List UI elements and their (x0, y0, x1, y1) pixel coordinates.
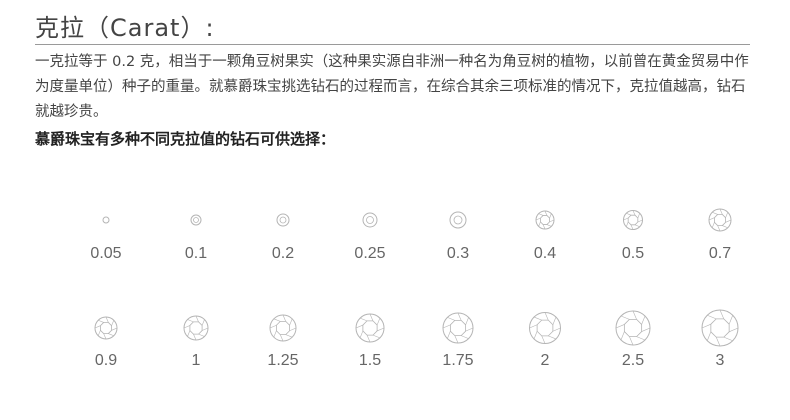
diamond-icon (102, 216, 110, 224)
diamond-size-item: 1 (156, 290, 236, 369)
diamond-icon (615, 310, 651, 346)
diamond-size-item: 0.5 (593, 185, 673, 262)
diamond-size-item: 0.1 (156, 185, 236, 262)
diamond-size-item: 3 (680, 290, 760, 369)
carat-value-label: 0.5 (621, 245, 645, 262)
diamond-icon (442, 312, 474, 344)
diamond-icon (190, 214, 202, 226)
diamond-icon (535, 210, 555, 230)
carat-description: 一克拉等于 0.2 克，相当于一颗角豆树果实（这种果实源自非洲一种名为角豆树的植… (35, 54, 749, 120)
carat-value-label: 1.5 (358, 352, 382, 369)
carat-value-label: 0.25 (354, 245, 386, 262)
diamond-size-item: 1.25 (243, 290, 323, 369)
carat-value-label: 1.25 (267, 352, 299, 369)
diamond-icon (708, 208, 732, 232)
diamond-icon (529, 312, 562, 345)
carat-value-label: 0.7 (708, 245, 732, 262)
diamond-row-large: 0.9 1 1.25 1.5 1.75 2 2.5 3 (0, 290, 790, 369)
diamond-size-item: 0.4 (505, 185, 585, 262)
diamond-icon (94, 316, 118, 340)
diamond-size-item: 0.25 (330, 185, 410, 262)
carat-value-label: 2 (540, 352, 550, 369)
diamond-icon (701, 309, 739, 347)
diamond-size-item: 0.2 (243, 185, 323, 262)
carat-value-label: 0.2 (271, 245, 295, 262)
diamond-icon (355, 313, 385, 343)
diamond-size-item: 1.5 (330, 290, 410, 369)
diamond-icon (276, 213, 290, 227)
diamond-size-item: 0.7 (680, 185, 760, 262)
carat-value-label: 0.05 (90, 245, 122, 262)
diamond-size-item: 2 (505, 290, 585, 369)
carat-value-label: 1 (191, 352, 201, 369)
diamond-size-item: 1.75 (418, 290, 498, 369)
carat-value-label: 0.1 (184, 245, 208, 262)
diamond-icon (623, 210, 644, 231)
diamond-icon (362, 212, 378, 228)
page-title: 克拉（Carat）: (35, 14, 215, 42)
title-divider (35, 44, 750, 45)
diamond-row-small: 0.05 0.1 0.2 0.25 0.3 0.4 0.5 0.7 (0, 185, 790, 262)
selection-lead-text: 慕爵珠宝有多种不同克拉值的钻石可供选择： (35, 130, 336, 148)
diamond-size-item: 0.9 (66, 290, 146, 369)
diamond-size-item: 0.05 (66, 185, 146, 262)
carat-value-label: 0.3 (446, 245, 470, 262)
carat-value-label: 3 (715, 352, 725, 369)
diamond-icon (269, 314, 297, 342)
carat-value-label: 1.75 (442, 352, 474, 369)
carat-value-label: 2.5 (621, 352, 645, 369)
diamond-size-item: 2.5 (593, 290, 673, 369)
diamond-size-item: 0.3 (418, 185, 498, 262)
carat-value-label: 0.9 (94, 352, 118, 369)
carat-value-label: 0.4 (533, 245, 557, 262)
diamond-icon (449, 211, 467, 229)
diamond-icon (183, 315, 209, 341)
